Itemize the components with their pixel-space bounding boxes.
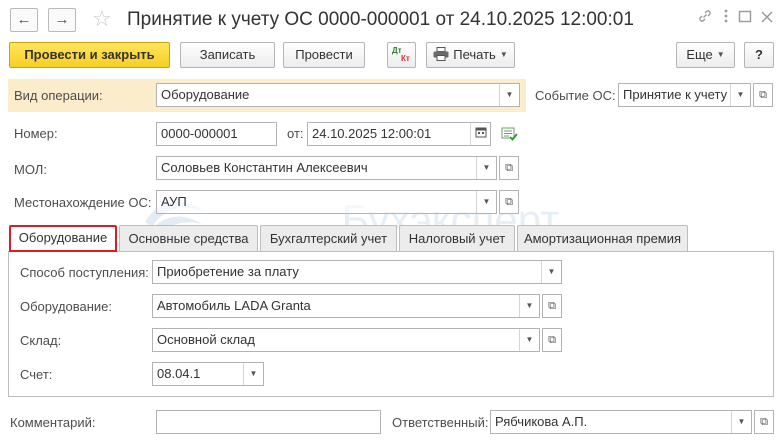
- chevron-down-icon: ▼: [716, 50, 725, 59]
- date-input[interactable]: 24.10.2025 12:00:01: [307, 122, 491, 146]
- account-value: 08.04.1: [157, 366, 201, 381]
- chevron-down-icon[interactable]: ▼: [730, 84, 750, 106]
- window-title: Принятие к учету ОС 0000-000001 от 24.10…: [127, 9, 634, 30]
- location-value: АУП: [161, 194, 187, 209]
- chevron-down-icon[interactable]: ▼: [541, 261, 561, 283]
- tab-equipment[interactable]: Оборудование: [9, 225, 117, 252]
- operation-value: Оборудование: [161, 87, 250, 102]
- printer-icon: [433, 47, 449, 61]
- open-icon: ⧉: [505, 196, 513, 208]
- print-label: Печать: [453, 47, 496, 62]
- operation-label: Вид операции:: [14, 88, 103, 103]
- equipment-label: Оборудование:: [20, 299, 113, 314]
- print-button[interactable]: Печать ▼: [426, 42, 515, 68]
- chevron-down-icon[interactable]: ▼: [243, 363, 263, 385]
- warehouse-value: Основной склад: [157, 332, 255, 347]
- mol-value: Соловьев Константин Алексеевич: [161, 160, 368, 175]
- more-icon[interactable]: [721, 8, 731, 31]
- account-label: Счет:: [20, 367, 53, 382]
- equipment-value: Автомобиль LADA Granta: [157, 298, 311, 313]
- forward-button[interactable]: →: [48, 8, 76, 32]
- save-button[interactable]: Записать: [180, 42, 275, 68]
- arrow-right-icon: →: [54, 11, 70, 28]
- help-button[interactable]: ?: [744, 42, 774, 68]
- posted-document-icon: [501, 127, 518, 144]
- chevron-down-icon[interactable]: ▼: [476, 191, 496, 213]
- mol-label: МОЛ:: [14, 162, 47, 177]
- mol-select[interactable]: Соловьев Константин Алексеевич ▼: [156, 156, 497, 180]
- date-value: 24.10.2025 12:00:01: [312, 126, 432, 141]
- chevron-down-icon: ▼: [499, 50, 508, 59]
- chevron-down-icon[interactable]: ▼: [499, 84, 519, 106]
- date-label: от:: [287, 126, 304, 141]
- warehouse-open-button[interactable]: ⧉: [542, 328, 562, 352]
- responsible-value: Рябчикова А.П.: [495, 414, 588, 429]
- chevron-down-icon[interactable]: ▼: [519, 295, 539, 317]
- warehouse-select[interactable]: Основной склад ▼: [152, 328, 540, 352]
- operation-select[interactable]: Оборудование ▼: [156, 83, 520, 107]
- open-icon: ⧉: [505, 162, 513, 174]
- more-label: Еще: [686, 47, 713, 62]
- chevron-down-icon[interactable]: ▼: [476, 157, 496, 179]
- location-open-button[interactable]: ⧉: [499, 190, 519, 214]
- responsible-open-button[interactable]: ⧉: [754, 410, 774, 434]
- open-icon: ⧉: [548, 300, 556, 312]
- receipt-method-select[interactable]: Приобретение за плату ▼: [152, 260, 562, 284]
- dt-kt-button[interactable]: Дт Кт: [387, 42, 416, 68]
- tab-fixed-assets[interactable]: Основные средства: [119, 225, 258, 251]
- post-and-close-button[interactable]: Провести и закрыть: [9, 42, 170, 68]
- arrow-left-icon: ←: [16, 11, 32, 28]
- tab-accounting[interactable]: Бухгалтерский учет: [260, 225, 397, 251]
- tab-tax[interactable]: Налоговый учет: [399, 225, 515, 251]
- open-icon: ⧉: [759, 89, 767, 101]
- number-label: Номер:: [14, 126, 58, 141]
- event-open-button[interactable]: ⧉: [753, 83, 773, 107]
- comment-label: Комментарий:: [10, 415, 96, 430]
- more-button[interactable]: Еще ▼: [676, 42, 735, 68]
- calendar-icon[interactable]: [470, 123, 490, 145]
- event-label: Событие ОС:: [535, 88, 616, 103]
- dt-kt-icon: Дт Кт: [392, 46, 410, 63]
- link-icon[interactable]: [697, 8, 713, 31]
- account-select[interactable]: 08.04.1 ▼: [152, 362, 264, 386]
- comment-input[interactable]: [156, 410, 381, 434]
- open-icon: ⧉: [760, 416, 768, 428]
- chevron-down-icon[interactable]: ▼: [731, 411, 751, 433]
- number-value: 0000-000001: [161, 126, 238, 141]
- warehouse-label: Склад:: [20, 333, 62, 348]
- number-input[interactable]: 0000-000001: [156, 122, 277, 146]
- event-select[interactable]: Принятие к учету ▼: [618, 83, 751, 107]
- equipment-select[interactable]: Автомобиль LADA Granta ▼: [152, 294, 540, 318]
- location-select[interactable]: АУП ▼: [156, 190, 497, 214]
- close-icon[interactable]: [760, 8, 774, 31]
- responsible-label: Ответственный:: [392, 415, 489, 430]
- event-value: Принятие к учету: [623, 87, 728, 102]
- receipt-method-value: Приобретение за плату: [157, 264, 299, 279]
- maximize-icon[interactable]: [738, 8, 752, 31]
- tab-depreciation-bonus[interactable]: Амортизационная премия: [517, 225, 688, 251]
- mol-open-button[interactable]: ⧉: [499, 156, 519, 180]
- location-label: Местонахождение ОС:: [14, 195, 152, 210]
- back-button[interactable]: ←: [10, 8, 38, 32]
- open-icon: ⧉: [548, 334, 556, 346]
- equipment-open-button[interactable]: ⧉: [542, 294, 562, 318]
- star-icon[interactable]: ☆: [92, 5, 112, 33]
- receipt-method-label: Способ поступления:: [20, 265, 149, 280]
- post-button[interactable]: Провести: [283, 42, 365, 68]
- chevron-down-icon[interactable]: ▼: [519, 329, 539, 351]
- responsible-select[interactable]: Рябчикова А.П. ▼: [490, 410, 752, 434]
